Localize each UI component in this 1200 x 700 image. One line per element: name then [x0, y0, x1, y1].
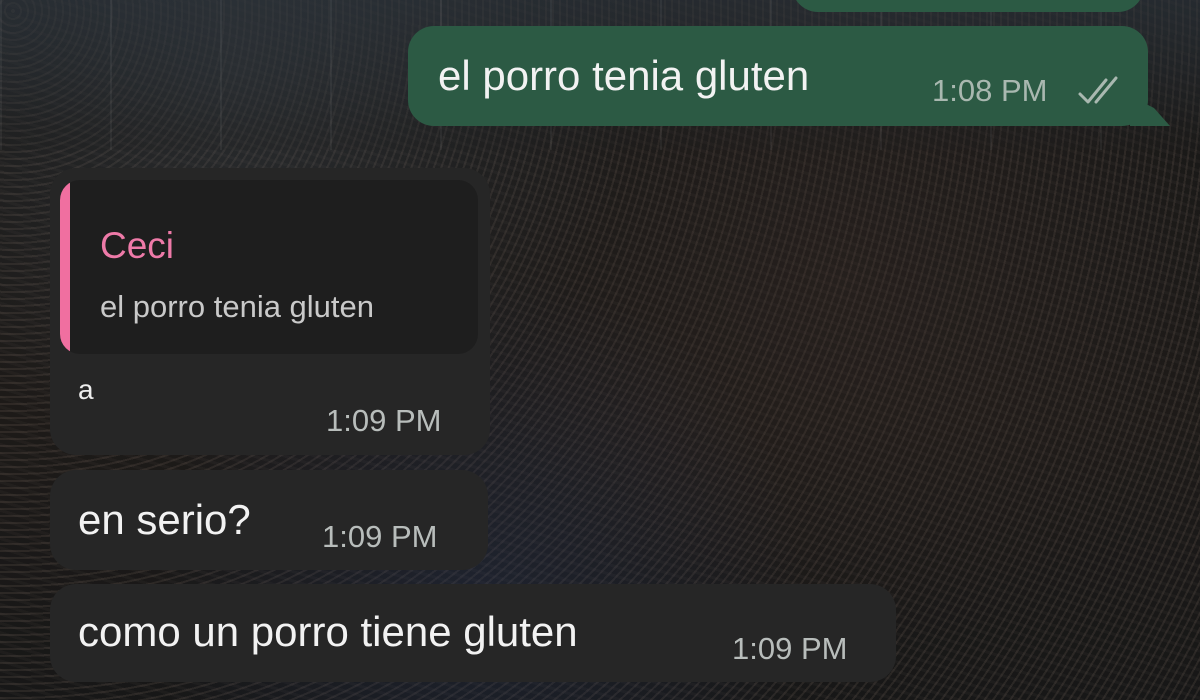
quoted-message[interactable]: Ceci el porro tenia gluten: [60, 180, 478, 354]
incoming-message-bubble[interactable]: en serio? 1:09 PM: [50, 470, 488, 570]
message-time: 1:09 PM: [732, 631, 848, 666]
message-text: el porro tenia gluten: [438, 52, 810, 99]
message-text: a: [78, 374, 94, 405]
message-text: como un porro tiene gluten: [78, 608, 578, 655]
message-time: 1:08 PM: [932, 73, 1048, 108]
quote-accent-bar: [60, 180, 70, 354]
previous-outgoing-bubble[interactable]: [792, 0, 1144, 12]
incoming-message-bubble[interactable]: como un porro tiene gluten 1:09 PM: [50, 584, 896, 682]
double-check-read-icon: [1078, 76, 1118, 104]
quote-text: el porro tenia gluten: [100, 289, 375, 324]
message-time: 1:09 PM: [322, 519, 438, 554]
message-time: 1:09 PM: [326, 403, 442, 438]
outgoing-message-bubble[interactable]: el porro tenia gluten 1:08 PM: [408, 26, 1170, 126]
incoming-reply-bubble[interactable]: Ceci el porro tenia gluten a 1:09 PM: [50, 168, 490, 455]
quote-author: Ceci: [100, 225, 175, 266]
message-text: en serio?: [78, 496, 251, 543]
